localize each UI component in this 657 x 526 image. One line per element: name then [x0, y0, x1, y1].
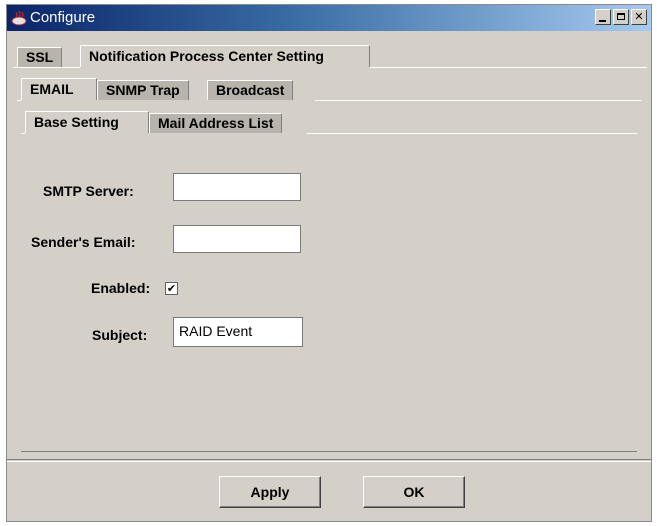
close-icon: ✕	[634, 10, 644, 23]
maximize-icon	[617, 13, 625, 20]
java-app-icon	[11, 10, 27, 26]
tab-notification-process-center-setting[interactable]: Notification Process Center Setting	[80, 45, 370, 67]
title-bar[interactable]: Configure ✕	[7, 5, 651, 31]
close-button[interactable]: ✕	[631, 9, 647, 25]
maximize-button[interactable]	[613, 9, 629, 25]
enabled-label: Enabled:	[91, 280, 151, 296]
panel-bottom-edge	[21, 451, 637, 452]
tab-base-setting[interactable]: Base Setting	[25, 111, 149, 133]
ok-button[interactable]: OK	[363, 476, 465, 508]
tab-snmp-trap[interactable]: SNMP Trap	[97, 80, 189, 100]
smtp-server-field[interactable]	[173, 173, 301, 201]
smtp-server-label: SMTP Server:	[43, 183, 134, 199]
enabled-checkbox[interactable]: ✔	[165, 282, 178, 295]
button-bar-separator	[7, 461, 651, 462]
tab-panel-edge	[315, 100, 641, 101]
senders-email-field[interactable]	[173, 225, 301, 253]
minimize-button[interactable]	[595, 9, 611, 25]
tab-ssl[interactable]: SSL	[17, 47, 63, 67]
window-title: Configure	[30, 9, 96, 26]
tab-panel-edge	[17, 100, 21, 101]
tab-panel-edge	[307, 133, 637, 134]
checkmark-icon: ✔	[166, 282, 177, 295]
button-bar-separator	[7, 459, 651, 460]
minimize-icon	[599, 20, 606, 22]
tab-panel-edge	[21, 133, 25, 134]
apply-button[interactable]: Apply	[219, 476, 321, 508]
tab-email[interactable]: EMAIL	[21, 78, 97, 100]
subject-label: Subject:	[92, 327, 148, 343]
tab-panel-edge	[370, 67, 647, 68]
subject-field[interactable]: RAID Event	[173, 317, 303, 347]
configure-window: Configure ✕ SSL Notification Process Cen…	[6, 4, 652, 522]
tab-broadcast[interactable]: Broadcast	[207, 80, 294, 100]
tab-panel-edge	[13, 67, 80, 68]
senders-email-label: Sender's Email:	[31, 234, 136, 250]
tab-mail-address-list[interactable]: Mail Address List	[149, 113, 283, 133]
